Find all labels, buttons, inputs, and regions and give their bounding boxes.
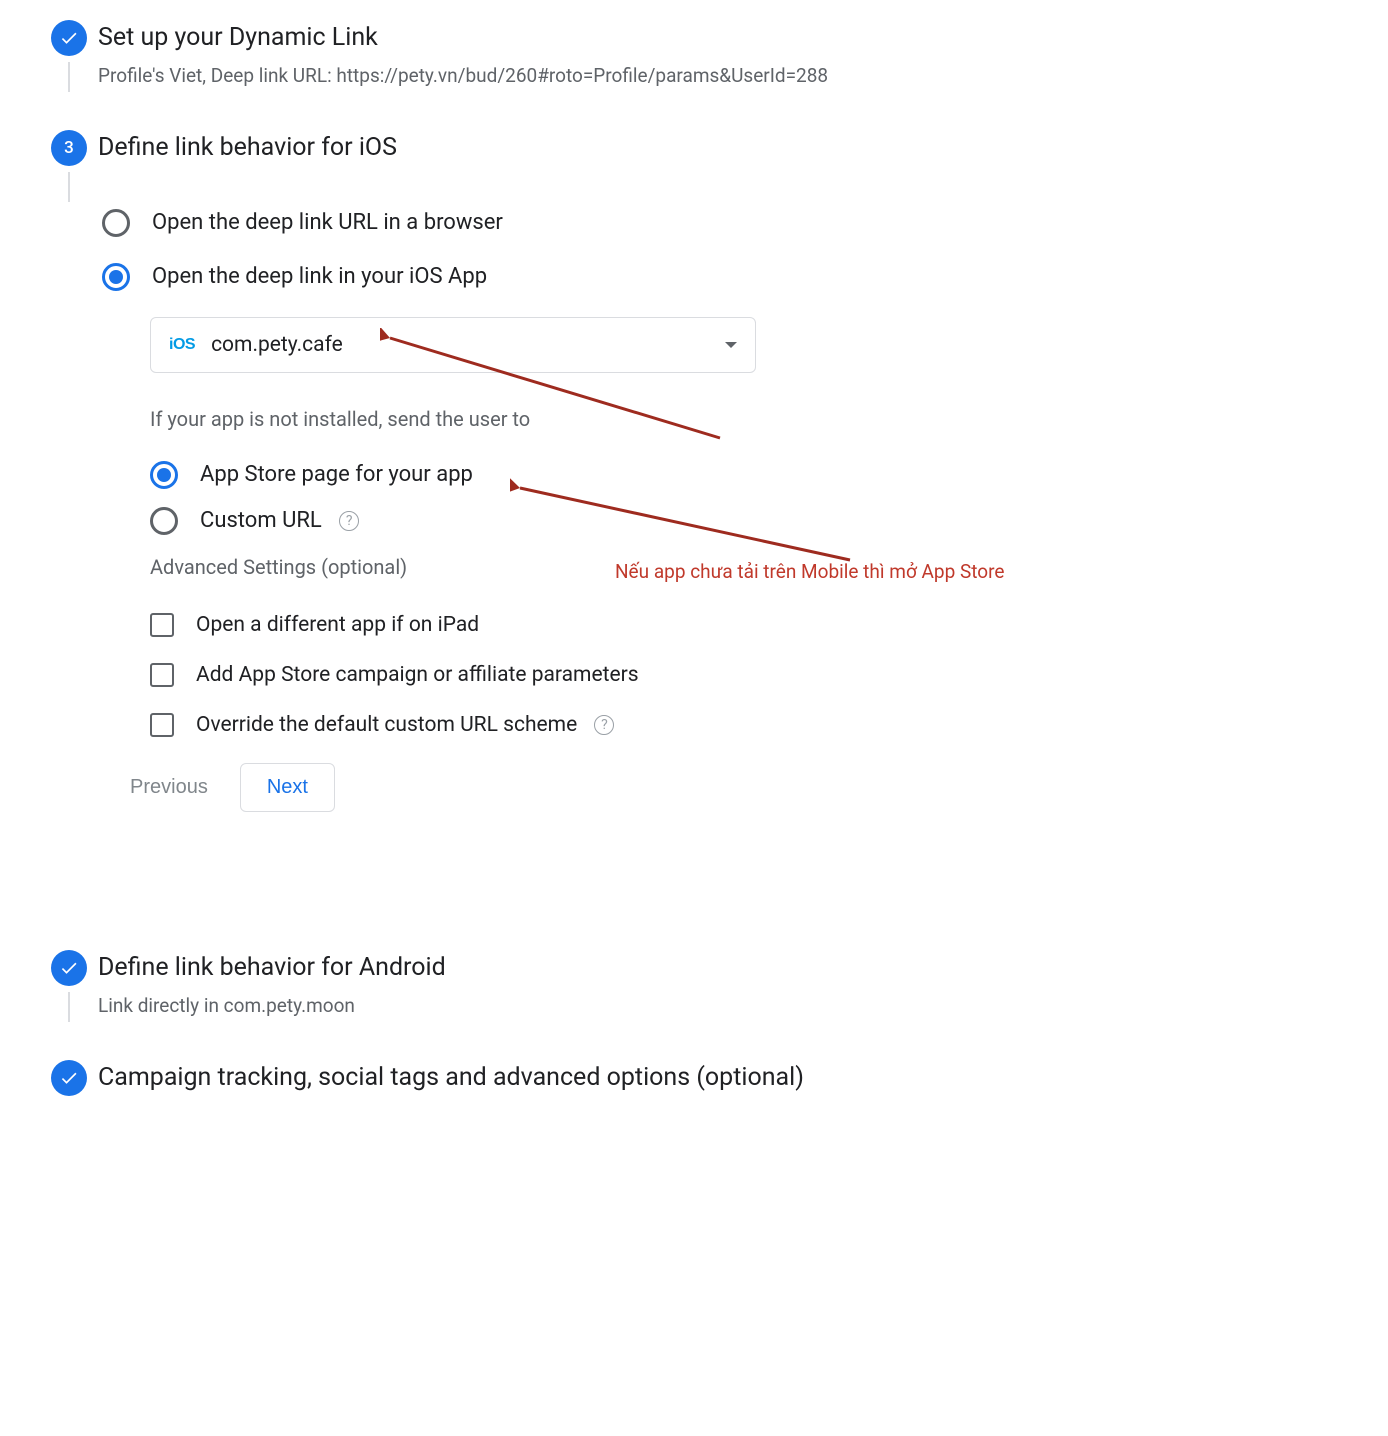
radio-appstore[interactable] <box>150 461 178 489</box>
hint-not-installed: If your app is not installed, send the u… <box>150 407 1388 431</box>
check-override-text: Override the default custom URL scheme <box>196 713 577 737</box>
step-ios-title: Define link behavior for iOS <box>98 132 1388 165</box>
radio-appstore-row[interactable]: App Store page for your app <box>150 461 1388 489</box>
help-icon[interactable]: ? <box>594 715 614 735</box>
chevron-down-icon <box>725 342 737 348</box>
check-override-label: Override the default custom URL scheme ? <box>196 713 614 737</box>
ios-app-value: com.pety.cafe <box>211 333 343 357</box>
step-campaign-badge <box>51 1060 87 1096</box>
ios-app-dropdown[interactable]: iOS com.pety.cafe <box>150 317 756 373</box>
step-android-title: Define link behavior for Android <box>98 952 1388 985</box>
next-button[interactable]: Next <box>240 763 335 812</box>
radio-open-app-label: Open the deep link in your iOS App <box>152 264 487 289</box>
step-android-badge <box>51 950 87 986</box>
radio-custom-url-label: Custom URL ? <box>200 508 359 533</box>
step-connector <box>68 992 70 1022</box>
check-campaign-label: Add App Store campaign or affiliate para… <box>196 663 639 687</box>
step-setup-badge <box>51 20 87 56</box>
radio-open-browser-row[interactable]: Open the deep link URL in a browser <box>102 209 1388 237</box>
step-ios-badge: 3 <box>51 130 87 166</box>
radio-open-app-row[interactable]: Open the deep link in your iOS App <box>102 263 1388 291</box>
radio-open-browser[interactable] <box>102 209 130 237</box>
check-icon <box>59 1068 79 1088</box>
ios-icon: iOS <box>169 336 195 354</box>
checkbox-ipad[interactable] <box>150 613 174 637</box>
step-campaign-title: Campaign tracking, social tags and advan… <box>98 1062 1388 1095</box>
check-ipad-row[interactable]: Open a different app if on iPad <box>150 613 1388 637</box>
radio-custom-url-row[interactable]: Custom URL ? <box>150 507 1388 535</box>
check-ipad-label: Open a different app if on iPad <box>196 613 479 637</box>
step-setup-subtitle: Profile's Viet, Deep link URL: https://p… <box>98 63 1388 90</box>
check-icon <box>59 958 79 978</box>
step-setup-title: Set up your Dynamic Link <box>98 22 1388 55</box>
previous-button[interactable]: Previous <box>126 766 212 809</box>
check-override-row[interactable]: Override the default custom URL scheme ? <box>150 713 1388 737</box>
radio-custom-url[interactable] <box>150 507 178 535</box>
checkbox-override[interactable] <box>150 713 174 737</box>
step-android-subtitle: Link directly in com.pety.moon <box>98 993 1388 1020</box>
check-campaign-row[interactable]: Add App Store campaign or affiliate para… <box>150 663 1388 687</box>
radio-appstore-label: App Store page for your app <box>200 462 473 487</box>
checkbox-campaign[interactable] <box>150 663 174 687</box>
check-icon <box>59 28 79 48</box>
radio-open-app[interactable] <box>102 263 130 291</box>
radio-custom-url-text: Custom URL <box>200 508 322 533</box>
help-icon[interactable]: ? <box>339 511 359 531</box>
radio-open-browser-label: Open the deep link URL in a browser <box>152 210 503 235</box>
annotation-note: Nếu app chưa tải trên Mobile thì mở App … <box>615 560 1004 583</box>
step-connector <box>68 172 70 202</box>
step-ios-number: 3 <box>64 138 74 158</box>
step-connector <box>68 62 70 92</box>
